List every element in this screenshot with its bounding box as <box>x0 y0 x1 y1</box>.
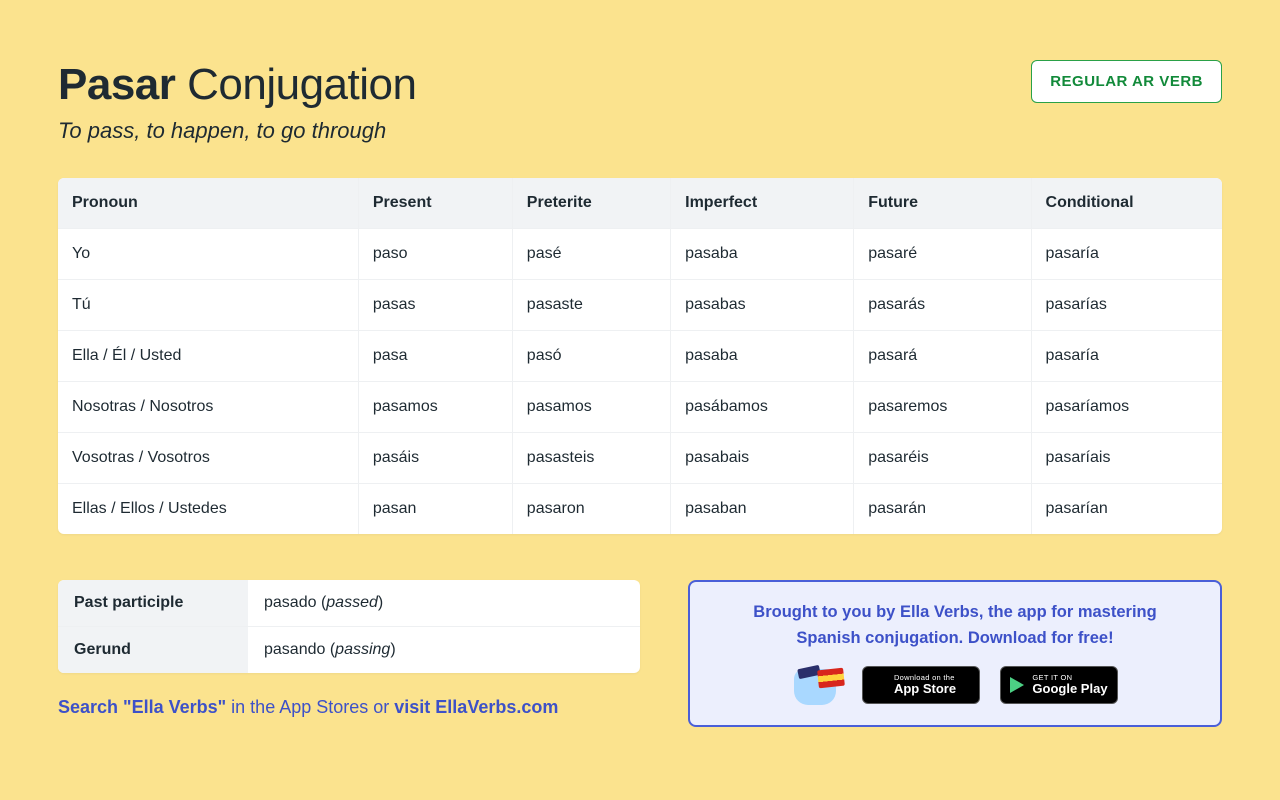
past-participle-label: Past participle <box>58 580 248 627</box>
title-suffix: Conjugation <box>187 60 416 109</box>
verb-name: Pasar <box>58 60 175 109</box>
ella-verbs-icon <box>792 665 842 705</box>
table-cell: Tú <box>58 280 358 331</box>
table-cell: Yo <box>58 229 358 280</box>
table-cell: pasó <box>512 331 670 382</box>
table-row: Gerund pasando (passing) <box>58 627 640 674</box>
table-cell: pasamos <box>358 382 512 433</box>
page-title: Pasar Conjugation <box>58 60 416 110</box>
google-play-icon <box>1010 677 1024 693</box>
table-cell: pasaba <box>671 331 854 382</box>
table-cell: pasaron <box>512 484 670 535</box>
table-cell: pasas <box>358 280 512 331</box>
google-play-badge[interactable]: GET IT ON Google Play <box>1000 666 1118 704</box>
table-cell: pasaban <box>671 484 854 535</box>
table-cell: pasaba <box>671 229 854 280</box>
table-cell: pasaríamos <box>1031 382 1222 433</box>
table-cell: Vosotras / Vosotros <box>58 433 358 484</box>
gerund-value: pasando (passing) <box>248 627 640 674</box>
gerund-label: Gerund <box>58 627 248 674</box>
column-header: Pronoun <box>58 178 358 229</box>
table-cell: pasabas <box>671 280 854 331</box>
table-cell: pasábamos <box>671 382 854 433</box>
table-cell: pasaré <box>854 229 1031 280</box>
column-header: Preterite <box>512 178 670 229</box>
table-cell: pasáis <box>358 433 512 484</box>
table-cell: pasabais <box>671 433 854 484</box>
verb-forms-table: Past participle pasado (passed) Gerund p… <box>58 580 640 673</box>
table-cell: pasasteis <box>512 433 670 484</box>
search-instruction: Search "Ella Verbs" in the App Stores or… <box>58 697 640 718</box>
past-participle-value: pasado (passed) <box>248 580 640 627</box>
promo-text: Brought to you by Ella Verbs, the app fo… <box>716 600 1194 651</box>
column-header: Future <box>854 178 1031 229</box>
table-cell: pasa <box>358 331 512 382</box>
table-cell: pasarás <box>854 280 1031 331</box>
table-cell: paso <box>358 229 512 280</box>
conjugation-table: PronounPresentPreteriteImperfectFutureCo… <box>58 178 1222 534</box>
table-cell: pasan <box>358 484 512 535</box>
table-row: Nosotras / Nosotrospasamospasamospasábam… <box>58 382 1222 433</box>
table-cell: pasé <box>512 229 670 280</box>
table-cell: pasaste <box>512 280 670 331</box>
app-store-badge[interactable]: Download on the App Store <box>862 666 980 704</box>
verb-translation: To pass, to happen, to go through <box>58 118 416 144</box>
table-row: Vosotras / Vosotrospasáispasasteispasaba… <box>58 433 1222 484</box>
table-cell: pasarían <box>1031 484 1222 535</box>
table-row: Túpasaspasastepasabaspasaráspasarías <box>58 280 1222 331</box>
column-header: Imperfect <box>671 178 854 229</box>
table-cell: Ella / Él / Usted <box>58 331 358 382</box>
table-cell: pasaremos <box>854 382 1031 433</box>
table-row: Yopasopasépasabapasarépasaría <box>58 229 1222 280</box>
table-cell: pasarías <box>1031 280 1222 331</box>
table-cell: pasaríais <box>1031 433 1222 484</box>
table-cell: pasaría <box>1031 229 1222 280</box>
verb-type-badge: REGULAR AR VERB <box>1031 60 1222 103</box>
column-header: Present <box>358 178 512 229</box>
table-cell: pasaría <box>1031 331 1222 382</box>
table-cell: pasamos <box>512 382 670 433</box>
promo-box: Brought to you by Ella Verbs, the app fo… <box>688 580 1222 727</box>
table-row: Ella / Él / Ustedpasapasópasabapasarápas… <box>58 331 1222 382</box>
table-cell: pasaréis <box>854 433 1031 484</box>
table-cell: Nosotras / Nosotros <box>58 382 358 433</box>
table-row: Past participle pasado (passed) <box>58 580 640 627</box>
table-row: Ellas / Ellos / Ustedespasanpasaronpasab… <box>58 484 1222 535</box>
table-cell: Ellas / Ellos / Ustedes <box>58 484 358 535</box>
column-header: Conditional <box>1031 178 1222 229</box>
table-cell: pasarán <box>854 484 1031 535</box>
table-cell: pasará <box>854 331 1031 382</box>
